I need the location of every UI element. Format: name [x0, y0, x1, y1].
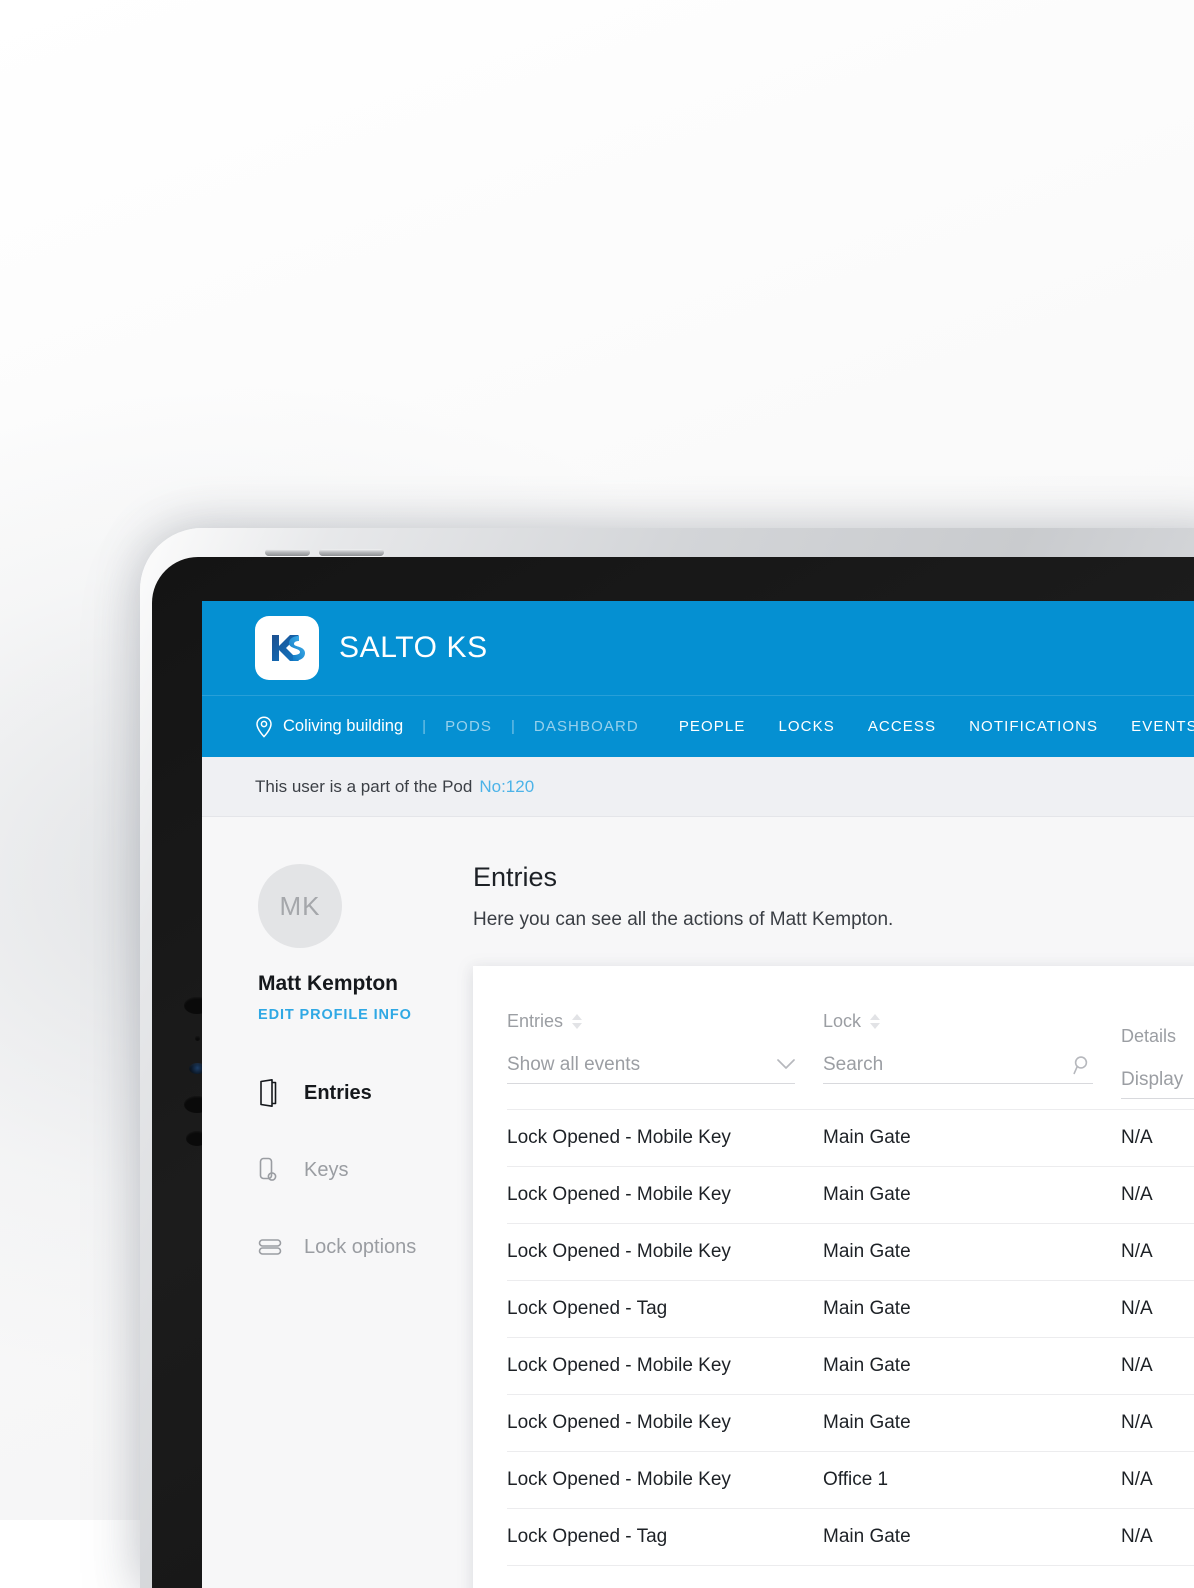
- key-tag-icon: [258, 1155, 284, 1185]
- cell-entry: Lock Opened - Mobile Key: [507, 1355, 823, 1377]
- cell-entry: Lock Opened - Mobile Key: [507, 1412, 823, 1434]
- cell-details: N/A: [1121, 1241, 1194, 1263]
- column-header-label: Details: [1121, 1026, 1176, 1047]
- entries-filter-select[interactable]: Show all events: [507, 1046, 795, 1084]
- device-top-connector-pins: [265, 549, 395, 556]
- app-nav: Coliving building | PODS | DASHBOARD PEO…: [202, 695, 1194, 757]
- main-content: Entries Here you can see all the actions…: [449, 817, 1194, 1588]
- pod-notice-link[interactable]: No:120: [479, 777, 534, 797]
- column-header-label: Entries: [507, 1011, 563, 1032]
- sidebar-item-label: Keys: [304, 1159, 348, 1182]
- cell-lock: Main Gate: [823, 1298, 1121, 1320]
- avatar: MK: [258, 864, 342, 948]
- cell-lock: Main Gate: [823, 1127, 1121, 1149]
- cell-details: N/A: [1121, 1355, 1194, 1377]
- page-title: Entries: [473, 862, 1194, 893]
- device-bezel: SALTO KS Coliving building | PODS | DASH…: [152, 557, 1194, 1588]
- sidebar-item-label: Entries: [304, 1082, 372, 1105]
- location-pin-icon: [255, 716, 273, 738]
- search-icon[interactable]: [1073, 1055, 1093, 1075]
- sidebar-menu: Entries Keys: [258, 1068, 449, 1272]
- cell-entry: Lock Opened - Mobile Key: [507, 1469, 823, 1491]
- table-row[interactable]: Lock Opened - Mobile Key Office 1 N/A: [507, 1451, 1194, 1508]
- cell-lock: Main Gate: [823, 1241, 1121, 1263]
- cell-entry: Lock Opened - Mobile Key: [507, 1127, 823, 1149]
- sidebar-item-entries[interactable]: Entries: [258, 1068, 449, 1118]
- entries-table-card: Entries Show all events: [473, 966, 1194, 1588]
- lock-search-placeholder: Search: [823, 1054, 883, 1076]
- salto-ks-logo-icon: [255, 616, 319, 680]
- sidebar: MK Matt Kempton EDIT PROFILE INFO Entr: [202, 817, 449, 1588]
- table-row[interactable]: [507, 1565, 1194, 1588]
- table-row[interactable]: Lock Opened - Mobile Key Main Gate N/A: [507, 1394, 1194, 1451]
- nav-item-dashboard[interactable]: DASHBOARD: [534, 718, 639, 735]
- microphone-icon: [195, 1036, 200, 1041]
- sidebar-item-label: Lock options: [304, 1236, 416, 1259]
- nav-item-pods[interactable]: PODS: [445, 718, 492, 735]
- page-subtitle: Here you can see all the actions of Matt…: [473, 909, 1194, 931]
- brand-name: SALTO KS: [339, 631, 488, 665]
- cell-lock: Main Gate: [823, 1526, 1121, 1548]
- cell-details: N/A: [1121, 1298, 1194, 1320]
- lock-search-field[interactable]: Search: [823, 1046, 1093, 1084]
- cell-details: N/A: [1121, 1184, 1194, 1206]
- cell-lock: Office 1: [823, 1469, 1121, 1491]
- cell-details: N/A: [1121, 1469, 1194, 1491]
- cell-lock: Main Gate: [823, 1184, 1121, 1206]
- column-entries: Entries Show all events: [507, 1011, 823, 1084]
- chevron-down-icon: [777, 1059, 795, 1070]
- table-row[interactable]: Lock Opened - Mobile Key Main Gate N/A: [507, 1223, 1194, 1280]
- table-row[interactable]: Lock Opened - Mobile Key Main Gate N/A: [507, 1166, 1194, 1223]
- column-header-details: Details: [1121, 1026, 1194, 1047]
- app-screen: SALTO KS Coliving building | PODS | DASH…: [202, 601, 1194, 1588]
- site-name: Coliving building: [283, 717, 403, 736]
- cell-details: N/A: [1121, 1526, 1194, 1548]
- sort-toggle-icon[interactable]: [870, 1014, 880, 1029]
- pod-notice-text: This user is a part of the Pod: [255, 777, 472, 797]
- cell-lock: Main Gate: [823, 1355, 1121, 1377]
- nav-separator: |: [511, 718, 515, 735]
- app-header: SALTO KS: [202, 601, 1194, 695]
- connector-pin: [265, 549, 310, 556]
- column-header-label: Lock: [823, 1011, 861, 1032]
- pod-notice-bar: This user is a part of the Pod No:120: [202, 757, 1194, 817]
- sort-toggle-icon[interactable]: [572, 1014, 582, 1029]
- table-filter-row: Entries Show all events: [507, 966, 1194, 1109]
- cell-entry: Lock Opened - Tag: [507, 1526, 823, 1548]
- edit-profile-link[interactable]: EDIT PROFILE INFO: [258, 1007, 449, 1023]
- stacked-bars-icon: [258, 1232, 284, 1262]
- column-header-entries[interactable]: Entries: [507, 1011, 823, 1032]
- nav-item-locks[interactable]: LOCKS: [778, 718, 834, 735]
- nav-item-access[interactable]: ACCESS: [868, 718, 936, 735]
- details-display-label: Display: [1121, 1069, 1183, 1091]
- cell-details: N/A: [1121, 1127, 1194, 1149]
- nav-item-events[interactable]: EVENTS: [1131, 718, 1194, 735]
- connector-pin: [319, 549, 384, 556]
- brand[interactable]: SALTO KS: [255, 616, 488, 680]
- cell-entry: Lock Opened - Mobile Key: [507, 1184, 823, 1206]
- table-row[interactable]: Lock Opened - Tag Main Gate N/A: [507, 1280, 1194, 1337]
- door-icon: [258, 1078, 284, 1108]
- nav-item-people[interactable]: PEOPLE: [679, 718, 746, 735]
- details-display-field[interactable]: Display: [1121, 1061, 1194, 1099]
- table-row[interactable]: Lock Opened - Mobile Key Main Gate N/A: [507, 1109, 1194, 1166]
- cell-entry: Lock Opened - Mobile Key: [507, 1241, 823, 1263]
- sidebar-item-keys[interactable]: Keys: [258, 1145, 449, 1195]
- nav-item-notifications[interactable]: NOTIFICATIONS: [969, 718, 1098, 735]
- app-body: MK Matt Kempton EDIT PROFILE INFO Entr: [202, 817, 1194, 1588]
- sidebar-item-lock-options[interactable]: Lock options: [258, 1222, 449, 1272]
- user-name: Matt Kempton: [258, 972, 449, 996]
- table-row[interactable]: Lock Opened - Tag Main Gate N/A: [507, 1508, 1194, 1565]
- cell-entry: Lock Opened - Tag: [507, 1298, 823, 1320]
- column-lock: Lock Search: [823, 1011, 1121, 1084]
- cell-lock: Main Gate: [823, 1412, 1121, 1434]
- table-row[interactable]: Lock Opened - Mobile Key Main Gate N/A: [507, 1337, 1194, 1394]
- tablet-device: SALTO KS Coliving building | PODS | DASH…: [140, 528, 1194, 1588]
- column-details: Details Display: [1121, 996, 1194, 1099]
- nav-separator: |: [422, 718, 426, 735]
- column-header-lock[interactable]: Lock: [823, 1011, 1121, 1032]
- cell-details: N/A: [1121, 1412, 1194, 1434]
- site-selector[interactable]: Coliving building: [255, 716, 403, 738]
- entries-filter-value: Show all events: [507, 1054, 640, 1076]
